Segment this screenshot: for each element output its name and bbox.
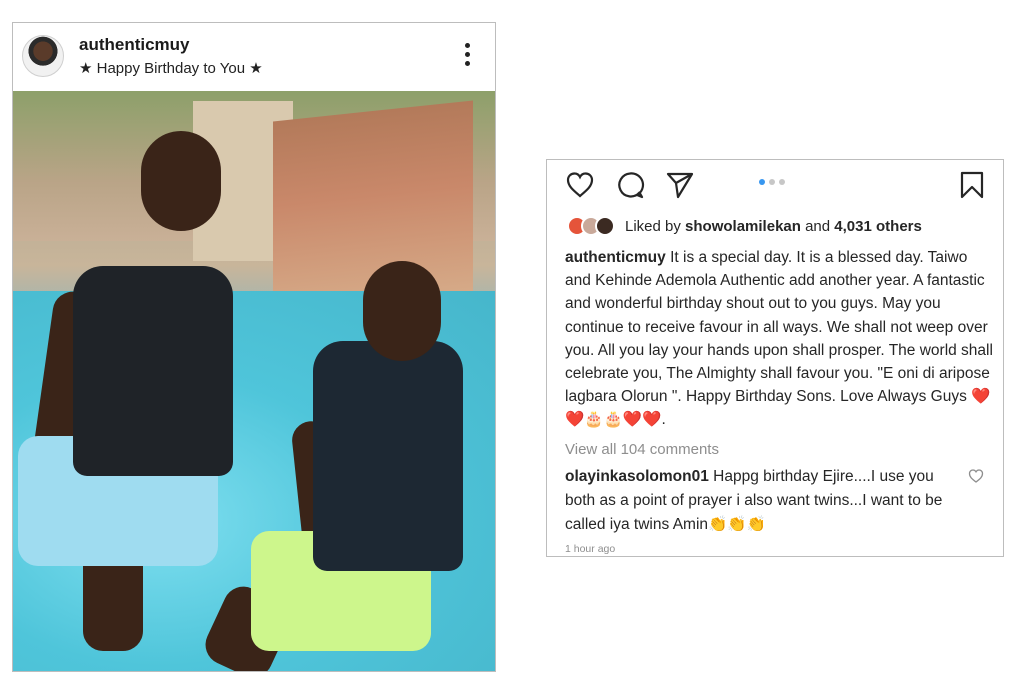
post-caption: authenticmuy It is a special day. It is … (565, 246, 993, 432)
liked-user[interactable]: showolamilekan (685, 218, 801, 235)
post-timestamp: 1 hour ago (565, 543, 616, 555)
liked-others[interactable]: 4,031 others (834, 218, 922, 235)
comment-like-heart-icon[interactable] (968, 468, 984, 484)
post-photo[interactable] (13, 91, 495, 671)
comment-username[interactable]: olayinkasolomon01 (565, 468, 709, 485)
caption-username[interactable]: authenticmuy (565, 249, 666, 266)
more-vertical-icon[interactable] (465, 43, 471, 69)
post-header: authenticmuy ★ Happy Birthday to You ★ (13, 23, 495, 91)
heart-icon[interactable] (565, 170, 595, 200)
view-all-comments-link[interactable]: View all 104 comments (565, 441, 719, 458)
likes-summary[interactable]: Liked by showolamilekan and 4,031 others (567, 216, 922, 236)
post-details-panel: Liked by showolamilekan and 4,031 others… (546, 159, 1004, 557)
instagram-post: authenticmuy ★ Happy Birthday to You ★ (12, 22, 496, 672)
send-icon[interactable] (665, 170, 695, 200)
liked-and: and (805, 217, 831, 235)
carousel-indicator (759, 179, 785, 185)
comment-item: olayinkasolomon01 Happg birthday Ejire..… (565, 465, 965, 537)
caption-text: It is a special day. It is a blessed day… (565, 249, 993, 429)
comment-icon[interactable] (615, 170, 645, 200)
liked-prefix: Liked by (625, 217, 681, 235)
bookmark-icon[interactable] (957, 170, 987, 200)
post-location[interactable]: ★ Happy Birthday to You ★ (79, 59, 263, 77)
post-username[interactable]: authenticmuy (79, 35, 190, 55)
action-bar (547, 160, 1003, 210)
liker-avatars (567, 216, 615, 236)
avatar[interactable] (22, 35, 64, 77)
